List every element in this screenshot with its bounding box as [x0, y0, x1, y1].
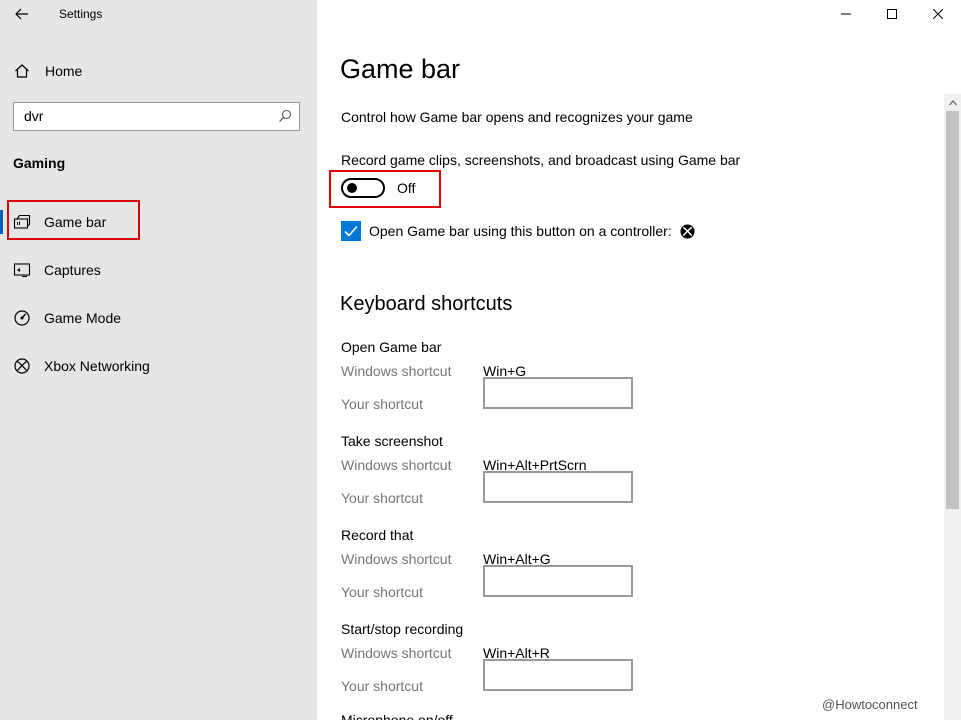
home-icon [15, 64, 29, 78]
search-box[interactable] [13, 102, 300, 131]
your-shortcut-input[interactable] [483, 565, 633, 597]
sidebar-item-label: Xbox Networking [44, 358, 150, 374]
windows-shortcut-label: Windows shortcut [341, 551, 452, 567]
sidebar-item-captures[interactable]: Captures [0, 250, 317, 290]
maximize-button[interactable] [869, 0, 915, 28]
your-shortcut-input[interactable] [483, 377, 633, 409]
window-controls [823, 0, 961, 28]
app-title: Settings [59, 7, 103, 21]
your-shortcut-input[interactable] [483, 471, 633, 503]
close-icon [933, 9, 943, 19]
home-label: Home [45, 63, 83, 79]
shortcut-name: Record that [341, 527, 414, 543]
search-input[interactable] [24, 108, 264, 124]
controller-checkbox-label: Open Game bar using this button on a con… [369, 223, 672, 239]
main-content: Game bar Control how Game bar opens and … [317, 0, 961, 720]
shortcut-group-start-stop-recording: Start/stop recording Windows shortcut Wi… [341, 621, 741, 701]
sidebar-item-game-mode[interactable]: Game Mode [0, 298, 317, 338]
captures-icon [13, 263, 31, 277]
your-shortcut-label: Your shortcut [341, 678, 423, 694]
shortcut-name: Start/stop recording [341, 621, 464, 637]
controller-checkbox[interactable] [341, 221, 361, 241]
section-title: Gaming [13, 155, 66, 171]
game-mode-icon [14, 310, 30, 326]
controller-checkbox-row: Open Game bar using this button on a con… [341, 221, 695, 241]
shortcut-name: Open Game bar [341, 339, 442, 355]
your-shortcut-label: Your shortcut [341, 490, 423, 506]
your-shortcut-label: Your shortcut [341, 396, 423, 412]
record-setting-label: Record game clips, screenshots, and broa… [341, 152, 741, 168]
your-shortcut-label: Your shortcut [341, 584, 423, 600]
shortcut-name-cutoff: Microphone on/off [341, 712, 453, 720]
maximize-icon [887, 9, 897, 19]
checkmark-icon [344, 225, 358, 237]
shortcut-group-take-screenshot: Take screenshot Windows shortcut Win+Alt… [341, 433, 741, 513]
close-button[interactable] [915, 0, 961, 28]
minimize-icon [841, 13, 851, 15]
sidebar: Settings Home Gaming Game bar Captures G… [0, 0, 317, 720]
scroll-up-button[interactable] [944, 94, 961, 111]
shortcut-name: Take screenshot [341, 433, 443, 449]
xbox-button-icon [680, 223, 695, 239]
page-description: Control how Game bar opens and recognize… [341, 109, 693, 125]
keyboard-shortcuts-heading: Keyboard shortcuts [340, 293, 513, 315]
home-nav-item[interactable]: Home [0, 56, 317, 86]
page-title: Game bar [340, 54, 461, 84]
search-icon[interactable] [278, 109, 292, 123]
scrollbar-thumb[interactable] [946, 111, 959, 509]
highlight-box-toggle [329, 170, 441, 208]
windows-shortcut-label: Windows shortcut [341, 457, 452, 473]
active-indicator [0, 210, 3, 234]
xbox-icon [14, 358, 30, 374]
minimize-button[interactable] [823, 0, 869, 28]
highlight-box-sidebar [7, 200, 140, 240]
sidebar-item-label: Captures [44, 262, 101, 278]
shortcut-group-open-game-bar: Open Game bar Windows shortcut Win+G You… [341, 339, 741, 419]
scroll-up-arrow-icon [948, 99, 957, 105]
sidebar-item-label: Game Mode [44, 310, 122, 326]
titlebar-left: Settings [0, 0, 317, 32]
vertical-scrollbar[interactable] [944, 94, 961, 720]
back-arrow-icon [15, 8, 28, 20]
windows-shortcut-label: Windows shortcut [341, 363, 452, 379]
sidebar-item-xbox-networking[interactable]: Xbox Networking [0, 346, 317, 386]
watermark: @Howtoconnect [820, 697, 920, 712]
back-button[interactable] [10, 4, 34, 24]
shortcut-group-record-that: Record that Windows shortcut Win+Alt+G Y… [341, 527, 741, 607]
windows-shortcut-label: Windows shortcut [341, 645, 452, 661]
your-shortcut-input[interactable] [483, 659, 633, 691]
